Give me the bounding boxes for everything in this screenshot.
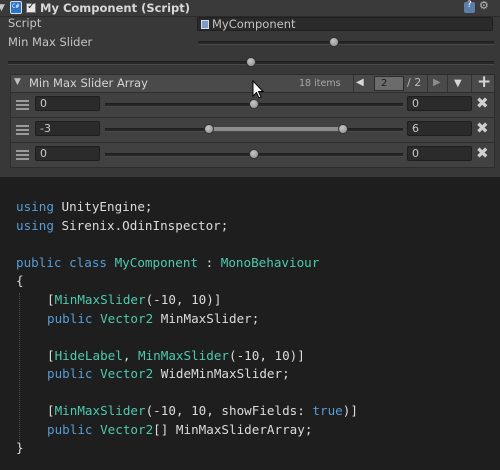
code-text: (-10, 10, showFields: <box>145 403 313 418</box>
code-keyword: using <box>16 199 54 214</box>
component-header[interactable]: ▼ My Component (Script) <box>0 0 500 17</box>
code-line: [HideLabel, MinMaxSlider(-10, 10)] <box>47 348 305 363</box>
remove-icon[interactable]: ✖ <box>476 119 489 137</box>
code-line: [MinMaxSlider(-10, 10, showFields: true)… <box>47 403 358 418</box>
row-slider-max-knob[interactable] <box>338 124 348 134</box>
code-type: HideLabel <box>54 348 123 363</box>
code-text: } <box>16 440 24 455</box>
min-value-field[interactable]: -3 <box>35 121 100 136</box>
code-block: using UnityEngine; using Sirenix.OdinIns… <box>0 177 500 470</box>
remove-icon[interactable]: ✖ <box>476 94 489 112</box>
code-keyword: true <box>312 403 343 418</box>
code-type: MinMaxSlider <box>54 403 146 418</box>
code-text: MinMaxSlider; <box>153 311 260 326</box>
code-text: (-10, 10)] <box>229 348 305 363</box>
min-max-slider-knob[interactable] <box>329 37 339 47</box>
code-keyword: using <box>16 218 54 233</box>
list-header-divider <box>353 75 354 92</box>
code-line: using UnityEngine; <box>16 199 153 214</box>
list-header-divider <box>447 75 448 92</box>
page-number-input[interactable]: 2 <box>374 76 404 91</box>
remove-icon[interactable]: ✖ <box>476 144 489 162</box>
code-text: (-10, 10)] <box>145 292 222 307</box>
code-line: public Vector2 WideMinMaxSlider; <box>47 366 290 381</box>
page-total: / 2 <box>407 76 422 89</box>
code-line: public class MyComponent : MonoBehaviour <box>16 255 319 270</box>
code-line: [MinMaxSlider(-10, 10)] <box>47 292 221 307</box>
code-text: [ <box>47 403 55 418</box>
settings-icon[interactable] <box>479 0 490 13</box>
wide-min-max-slider-knob[interactable] <box>246 57 256 67</box>
code-text: [ <box>47 348 55 363</box>
foldout-arrow-icon[interactable]: ▼ <box>0 3 5 13</box>
drag-handle-icon[interactable] <box>16 150 29 161</box>
list-header-divider <box>427 75 428 92</box>
code-keyword: public class <box>16 255 107 270</box>
list-header-divider <box>471 75 472 92</box>
code-text: UnityEngine; <box>53 199 153 214</box>
prev-page-icon[interactable]: ◀ <box>356 77 364 88</box>
script-object-field[interactable]: MyComponent <box>197 17 493 31</box>
min-value-field[interactable]: 0 <box>35 96 100 111</box>
add-icon[interactable]: + <box>477 72 491 92</box>
code-keyword: public <box>47 366 93 381</box>
code-type: MinMaxSlider <box>54 292 146 307</box>
indent-guide <box>19 293 20 443</box>
row-slider-knob[interactable] <box>249 149 259 159</box>
list-item-count: 18 items <box>299 78 341 89</box>
code-text: { <box>16 273 24 288</box>
code-text: , <box>122 348 139 363</box>
code-line: public Vector2[] MinMaxSliderArray; <box>47 422 312 437</box>
help-icon[interactable] <box>464 0 475 13</box>
min-max-slider-track[interactable] <box>198 41 494 45</box>
max-value-field[interactable]: 0 <box>407 146 472 161</box>
list-item: -3 6 ✖ <box>10 118 495 143</box>
max-value-field[interactable]: 6 <box>407 121 472 136</box>
code-text: : <box>198 255 221 270</box>
row-slider-min-knob[interactable] <box>204 124 214 134</box>
code-type: Vector2 <box>100 366 154 381</box>
max-value-field[interactable]: 0 <box>407 96 472 111</box>
checkbox-icon[interactable] <box>26 1 36 13</box>
script-object-value: MyComponent <box>212 17 296 31</box>
code-keyword: public <box>47 422 93 437</box>
code-type: MinMaxSlider <box>138 348 230 363</box>
code-line: using Sirenix.OdinInspector; <box>16 218 228 233</box>
min-max-slider-label: Min Max Slider <box>8 35 93 49</box>
min-value-field[interactable]: 0 <box>35 146 100 161</box>
code-type: MonoBehaviour <box>220 255 320 270</box>
drag-handle-icon[interactable] <box>16 100 29 111</box>
code-text: WideMinMaxSlider; <box>153 366 290 381</box>
drag-handle-icon[interactable] <box>16 125 29 136</box>
row-slider-range[interactable] <box>211 127 345 131</box>
script-icon <box>10 1 22 14</box>
row-slider-knob[interactable] <box>249 99 259 109</box>
component-title: My Component (Script) <box>40 1 191 15</box>
code-line: { <box>16 273 24 288</box>
code-line: } <box>16 440 24 455</box>
code-text: [ <box>47 292 55 307</box>
script-label: Script <box>8 16 42 30</box>
code-text: [] MinMaxSliderArray; <box>153 422 313 437</box>
code-keyword: public <box>47 311 93 326</box>
list-item: 0 0 ✖ <box>10 143 495 168</box>
list-foldout-icon[interactable]: ▼ <box>14 77 21 87</box>
code-text: Sirenix.OdinInspector; <box>53 218 229 233</box>
inspector-panel: ▼ My Component (Script) Script MyCompone… <box>0 0 500 177</box>
code-type: Vector2 <box>100 422 154 437</box>
code-type: Vector2 <box>100 311 154 326</box>
next-page-icon[interactable]: ▶ <box>433 77 441 88</box>
code-line: public Vector2 MinMaxSlider; <box>47 311 259 326</box>
menu-icon[interactable]: ▼ <box>454 78 462 89</box>
code-text: )] <box>342 403 358 418</box>
list-title: Min Max Slider Array <box>29 76 148 90</box>
script-asset-icon <box>201 20 209 29</box>
code-type: MyComponent <box>114 255 198 270</box>
